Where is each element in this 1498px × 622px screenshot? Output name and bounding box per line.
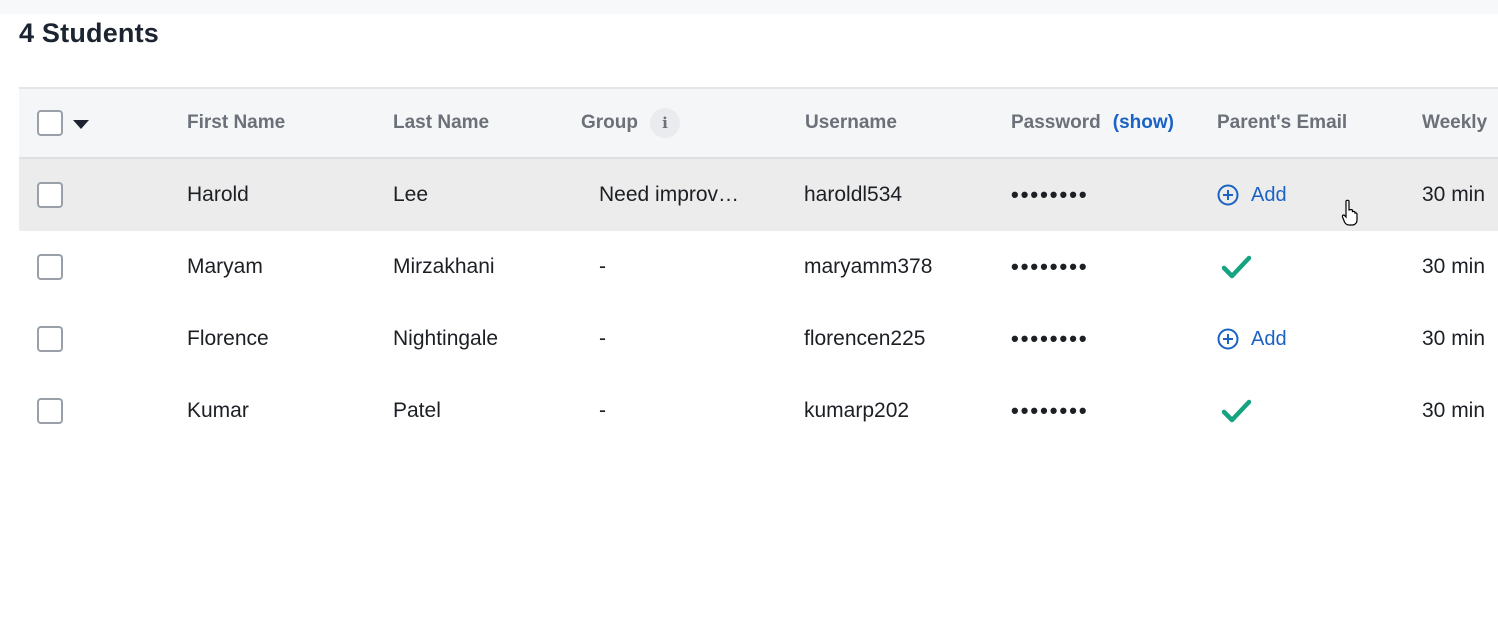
weekly-cell: 30 min: [1422, 255, 1486, 278]
group-cell: -: [599, 327, 606, 350]
checkmark-icon: [1221, 397, 1253, 425]
show-password-link[interactable]: (show): [1113, 112, 1174, 134]
group-cell: -: [599, 399, 606, 422]
password-cell: ••••••••: [1011, 326, 1089, 351]
last-name-cell: Mirzakhani: [393, 255, 495, 278]
weekly-cell: 30 min: [1422, 327, 1486, 350]
checkmark-icon: [1221, 253, 1253, 281]
page-title: 4 Students: [19, 18, 160, 48]
hand-cursor-icon: [1341, 199, 1359, 232]
students-table: First Name Last Name Group i Username Pa…: [19, 87, 1498, 447]
add-parent-email-button[interactable]: Add: [1217, 328, 1287, 351]
username-cell: kumarp202: [804, 399, 910, 422]
row-checkbox[interactable]: [37, 254, 63, 280]
header-username[interactable]: Username: [805, 89, 897, 157]
last-name-cell: Lee: [393, 183, 429, 206]
password-cell: ••••••••: [1011, 182, 1089, 207]
password-cell: ••••••••: [1011, 398, 1089, 423]
header-group-label: Group: [581, 112, 638, 133]
parents-email-cell[interactable]: Add: [1217, 303, 1287, 375]
first-name-cell: Harold: [187, 183, 249, 206]
header-password: Password (show): [1011, 89, 1174, 157]
add-label: Add: [1251, 183, 1287, 206]
username-cell: florencen225: [804, 327, 926, 350]
plus-circle-icon: [1217, 328, 1251, 350]
last-name-cell: Patel: [393, 399, 441, 422]
row-select[interactable]: [37, 375, 63, 447]
header-group[interactable]: Group i: [581, 89, 680, 157]
select-all-checkbox[interactable]: [37, 110, 63, 136]
top-strip: [0, 0, 1498, 14]
row-checkbox[interactable]: [37, 182, 63, 208]
first-name-cell: Kumar: [187, 399, 249, 422]
row-select[interactable]: [37, 303, 63, 375]
row-select[interactable]: [37, 159, 63, 231]
parents-email-cell: [1217, 375, 1253, 447]
username-cell: maryamm378: [804, 255, 933, 278]
table-row[interactable]: Kumar Patel - kumarp202 •••••••• 30 min: [19, 375, 1498, 447]
chevron-down-icon[interactable]: [73, 119, 89, 129]
group-cell: -: [599, 255, 606, 278]
table-header: First Name Last Name Group i Username Pa…: [19, 87, 1498, 159]
parents-email-cell[interactable]: Add: [1217, 159, 1287, 231]
select-all-control[interactable]: [37, 89, 89, 157]
info-icon[interactable]: i: [650, 108, 680, 138]
add-parent-email-button[interactable]: Add: [1217, 184, 1287, 207]
row-checkbox[interactable]: [37, 398, 63, 424]
add-label: Add: [1251, 327, 1287, 350]
table-row[interactable]: Maryam Mirzakhani - maryamm378 •••••••• 30 mi…: [19, 231, 1498, 303]
header-password-label: Password: [1011, 112, 1101, 133]
password-cell: ••••••••: [1011, 254, 1089, 279]
weekly-cell: 30 min: [1422, 399, 1486, 422]
parents-email-cell: [1217, 231, 1253, 303]
first-name-cell: Maryam: [187, 255, 263, 278]
plus-circle-icon: [1217, 184, 1251, 206]
header-parents-email[interactable]: Parent's Email: [1217, 89, 1347, 157]
group-cell[interactable]: Need improv…: [599, 159, 739, 231]
header-last-name[interactable]: Last Name: [393, 89, 489, 157]
last-name-cell: Nightingale: [393, 327, 499, 350]
first-name-cell: Florence: [187, 327, 269, 350]
table-row[interactable]: Florence Nightingale - florencen225 ••••••••…: [19, 303, 1498, 375]
row-checkbox[interactable]: [37, 326, 63, 352]
header-weekly[interactable]: Weekly: [1422, 89, 1487, 157]
username-cell: haroldl534: [804, 183, 903, 206]
table-row[interactable]: Harold Lee Need improv… haroldl534 •••••••• A…: [19, 159, 1498, 231]
weekly-cell: 30 min: [1422, 183, 1486, 206]
header-first-name[interactable]: First Name: [187, 89, 285, 157]
row-select[interactable]: [37, 231, 63, 303]
